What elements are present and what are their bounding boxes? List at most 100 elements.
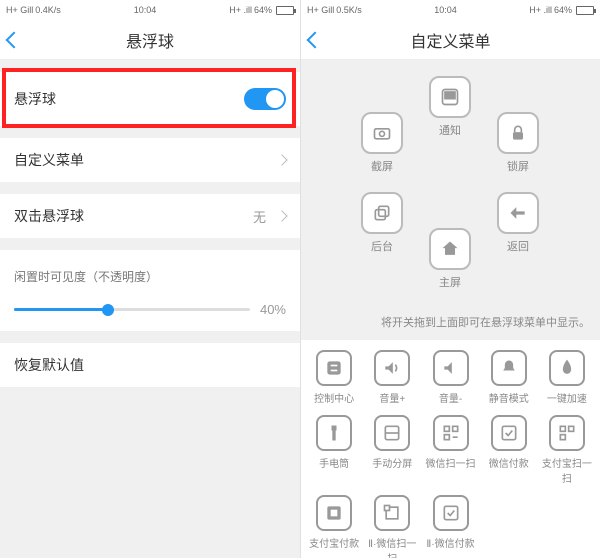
- grid-item[interactable]: Ⅱ·微信付款: [423, 495, 477, 558]
- grid-label: 手电筒: [319, 455, 349, 470]
- time-text: 10:04: [134, 5, 157, 15]
- signal-text: H+ Gill: [307, 5, 334, 15]
- grid-label: Ⅱ·微信付款: [426, 535, 474, 550]
- cell-custom-menu[interactable]: 自定义菜单: [0, 138, 300, 182]
- grid-row: 手电筒 手动分屏微信扫一扫微信付款支付宝扫一扫: [307, 415, 594, 485]
- toggle-switch[interactable]: [244, 88, 286, 110]
- grid-row: 支付宝付款 Ⅱ·微信扫一扫 Ⅱ·微信付款: [307, 495, 594, 558]
- grid-item[interactable]: 支付宝扫一扫: [540, 415, 594, 485]
- radial-item-lock[interactable]: 锁屏: [497, 112, 539, 174]
- content-right: 通知 截屏 锁屏 后台 返回 主屏 将开关拖到上面即可在悬: [301, 60, 600, 558]
- speed-text: 0.5K/s: [336, 5, 362, 15]
- grid-item[interactable]: 手动分屏: [365, 415, 419, 485]
- grid-icon: [549, 415, 585, 451]
- grid-label: 一键加速: [547, 390, 587, 405]
- grid-icon: [316, 495, 352, 531]
- app-icon: [441, 503, 461, 523]
- grid-item[interactable]: 音量-: [423, 350, 477, 405]
- cell-double-tap[interactable]: 双击悬浮球 无: [0, 194, 300, 238]
- radial-label: 截屏: [371, 158, 393, 174]
- grid-item[interactable]: 支付宝付款: [307, 495, 361, 558]
- grid-label: 静音模式: [489, 390, 529, 405]
- notification-icon: [440, 87, 460, 107]
- grid-item[interactable]: 微信付款: [482, 415, 536, 485]
- app-icon: [557, 358, 577, 378]
- camera-icon: [372, 123, 392, 143]
- grid-label: 支付宝扫一扫: [540, 455, 594, 485]
- icon-grid: 控制中心音量+ 音量- 静音模式 一键加速手电筒 手动分屏微信扫一扫微信付款支付宝扫一扫…: [301, 340, 600, 558]
- cell-label: 双击悬浮球: [14, 206, 84, 226]
- radial-item-background[interactable]: 后台: [361, 192, 403, 254]
- grid-icon: [316, 350, 352, 386]
- radial-item-notification[interactable]: 通知: [429, 76, 471, 138]
- phone-right: H+ Gill 0.5K/s 10:04 H+ .ill 64% 自定义菜单 通…: [300, 0, 600, 558]
- grid-row: 控制中心音量+ 音量- 静音模式 一键加速: [307, 350, 594, 405]
- grid-label: 微信付款: [489, 455, 529, 470]
- cell-restore-defaults[interactable]: 恢复默认值: [0, 343, 300, 387]
- signal-text: H+ Gill: [6, 5, 33, 15]
- app-icon: [557, 423, 577, 443]
- grid-icon: [433, 350, 469, 386]
- nav-bar: 自定义菜单: [301, 20, 600, 60]
- grid-icon: [433, 415, 469, 451]
- back-arrow-icon: [508, 203, 528, 223]
- app-icon: [499, 358, 519, 378]
- page-title: 悬浮球: [0, 28, 300, 52]
- battery-icon: [276, 6, 294, 15]
- battery-text: 64%: [254, 5, 272, 15]
- cell-opacity-header: 闲置时可见度（不透明度）: [0, 250, 300, 294]
- lock-icon: [508, 123, 528, 143]
- app-icon: [382, 423, 402, 443]
- radial-item-screenshot[interactable]: 截屏: [361, 112, 403, 174]
- grid-label: 支付宝付款: [309, 535, 359, 550]
- grid-item-empty: [482, 495, 536, 558]
- grid-item[interactable]: 音量+: [365, 350, 419, 405]
- cell-value: 无: [253, 207, 266, 226]
- content-left: 悬浮球 自定义菜单 双击悬浮球 无 闲置时可见度（不透明度）: [0, 60, 300, 558]
- app-icon: [499, 423, 519, 443]
- grid-icon: [374, 495, 410, 531]
- grid-icon: [433, 495, 469, 531]
- grid-item[interactable]: 静音模式: [482, 350, 536, 405]
- slider-thumb[interactable]: [102, 304, 114, 316]
- time-text: 10:04: [434, 5, 457, 15]
- grid-item[interactable]: 一键加速: [540, 350, 594, 405]
- grid-label: 微信扫一扫: [426, 455, 476, 470]
- grid-icon: [491, 350, 527, 386]
- app-icon: [382, 503, 402, 523]
- opacity-slider[interactable]: [14, 308, 250, 311]
- grid-item-empty: [540, 495, 594, 558]
- grid-label: Ⅱ·微信扫一扫: [365, 535, 419, 558]
- radial-label: 后台: [371, 238, 393, 254]
- grid-label: 控制中心: [314, 390, 354, 405]
- grid-item[interactable]: Ⅱ·微信扫一扫: [365, 495, 419, 558]
- cell-label: 闲置时可见度（不透明度）: [14, 268, 158, 285]
- grid-label: 音量-: [439, 390, 462, 405]
- slider-value: 40%: [260, 302, 286, 317]
- chevron-right-icon: [276, 210, 287, 221]
- radial-item-home[interactable]: 主屏: [429, 228, 471, 290]
- battery-icon: [576, 6, 594, 15]
- toggle-cell-floatball[interactable]: 悬浮球: [0, 72, 300, 126]
- signal-text-2: H+ .ill: [229, 5, 252, 15]
- radial-item-return[interactable]: 返回: [497, 192, 539, 254]
- radial-label: 锁屏: [507, 158, 529, 174]
- app-icon: [324, 358, 344, 378]
- grid-item[interactable]: 控制中心: [307, 350, 361, 405]
- cell-label: 恢复默认值: [14, 355, 84, 375]
- home-icon: [440, 239, 460, 259]
- grid-item[interactable]: 微信扫一扫: [423, 415, 477, 485]
- grid-icon: [549, 350, 585, 386]
- cell-label: 悬浮球: [14, 89, 56, 109]
- grid-item[interactable]: 手电筒: [307, 415, 361, 485]
- chevron-right-icon: [276, 154, 287, 165]
- app-icon: [382, 358, 402, 378]
- grid-icon: [374, 350, 410, 386]
- radial-label: 通知: [439, 122, 461, 138]
- radial-menu: 通知 截屏 锁屏 后台 返回 主屏: [301, 60, 600, 308]
- grid-icon: [491, 415, 527, 451]
- page-title: 自定义菜单: [301, 28, 600, 52]
- battery-text: 64%: [554, 5, 572, 15]
- stack-icon: [372, 203, 392, 223]
- status-bar: H+ Gill 0.4K/s 10:04 H+ .ill 64%: [0, 0, 300, 20]
